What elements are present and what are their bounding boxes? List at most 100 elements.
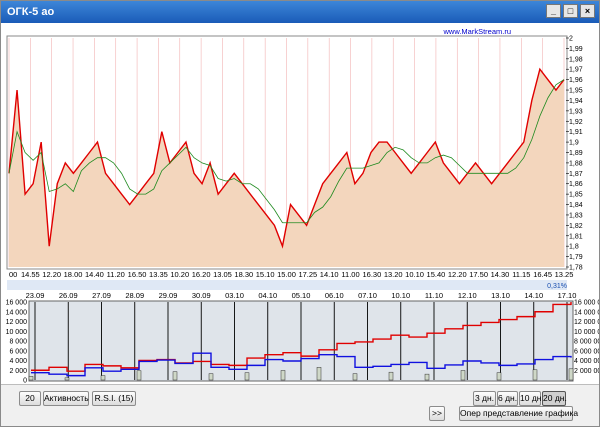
x-tick-label: 11.15 <box>512 270 530 279</box>
indicator-x-axis: 23.09 26.09 27.09 28.09 29.09 30.09 03.10 04.10… <box>26 291 577 300</box>
date-label: 26.09 <box>59 291 78 300</box>
period-input[interactable]: 20 <box>19 391 41 406</box>
date-label: 07.10 <box>358 291 377 300</box>
x-tick-label: 11.00 <box>341 270 359 279</box>
volume-bar <box>388 371 394 381</box>
volume-bar <box>532 369 538 381</box>
date-label: 06.10 <box>325 291 344 300</box>
x-tick-label: 14.55 <box>21 270 40 279</box>
y-tick-label: 1,99 <box>569 46 583 53</box>
x-tick-label: 13.25 <box>555 270 574 279</box>
volume-bar <box>460 370 466 381</box>
control-bar: 20 Активность R.S.I. (15) >> 3 дн. 6 дн.… <box>1 384 599 426</box>
date-label: 27.09 <box>92 291 111 300</box>
scroll-forward-button[interactable]: >> <box>429 406 445 421</box>
app-window: ОГК-5 ао _ □ × www.MarkStream.ru 2 1,99 1,… <box>0 0 600 427</box>
x-tick-label: 17.50 <box>469 270 488 279</box>
ind-y-tick-label: 14 000 <box>6 309 28 316</box>
price-y-axis: 2 1,99 1,98 1,97 1,96 1,95 1,94 1,93 1,92 1,91 1,9… <box>566 36 583 272</box>
indicator-y-axis: 16 000 14 000 12 000 10 000 8 000 6 000 4 000 2… <box>6 300 28 384</box>
x-tick-label: 16.45 <box>533 270 552 279</box>
x-tick-label: 14.30 <box>491 270 510 279</box>
y-tick-label: 1,86 <box>569 181 583 188</box>
x-tick-label: 15.10 <box>256 270 275 279</box>
date-label: 03.10 <box>225 291 244 300</box>
y-tick-label: 1,88 <box>569 160 583 167</box>
x-tick-label: 13.20 <box>384 270 403 279</box>
pct-value: 0,31% <box>547 283 567 290</box>
title-bar: ОГК-5 ао _ □ × <box>1 1 599 23</box>
range-3d-button[interactable]: 3 дн. <box>473 391 496 406</box>
x-tick-label: 12.20 <box>448 270 467 279</box>
date-label: 11.10 <box>425 291 443 300</box>
ind-y2-tick-label: 12 000 000 <box>574 319 599 326</box>
date-label: 13.10 <box>491 291 510 300</box>
y-tick-label: 1,83 <box>569 212 583 219</box>
window-controls: _ □ × <box>546 4 595 18</box>
y-tick-label: 1,94 <box>569 98 583 105</box>
date-label: 30.09 <box>192 291 211 300</box>
volume-bar <box>172 371 178 381</box>
close-button[interactable]: × <box>580 4 595 18</box>
y-tick-label: 1,91 <box>569 129 583 136</box>
x-tick-label: 17.25 <box>298 270 317 279</box>
ind-y2-tick-label: 6 000 000 <box>574 348 599 355</box>
x-tick-label: 13.35 <box>149 270 168 279</box>
x-tick-label: 16.50 <box>128 270 147 279</box>
y-tick-label: 2 <box>569 36 573 43</box>
y-tick-label: 1,95 <box>569 88 583 95</box>
volume-bar <box>244 372 250 381</box>
minimize-button[interactable]: _ <box>546 4 561 18</box>
ind-y2-tick-label: 10 000 000 <box>574 329 599 336</box>
x-tick-label: 16.30 <box>362 270 381 279</box>
date-label: 12.10 <box>458 291 477 300</box>
date-label: 05.10 <box>292 291 311 300</box>
ind-y-tick-label: 2 000 <box>9 368 27 375</box>
y-tick-label: 1,84 <box>569 202 583 209</box>
maximize-button[interactable]: □ <box>563 4 578 18</box>
indicator-y2-axis: 16 000 000 14 000 000 12 000 000 10 000 000… <box>574 300 599 375</box>
range-6d-button[interactable]: 6 дн. <box>497 391 518 406</box>
y-tick-label: 1,79 <box>569 254 583 261</box>
ind-y-tick-label: 6 000 <box>9 348 27 355</box>
rsi-button[interactable]: R.S.I. (15) <box>92 391 136 406</box>
x-tick-label: 10.10 <box>405 270 424 279</box>
ind-y2-tick-label: 14 000 000 <box>574 309 599 316</box>
site-link[interactable]: www.MarkStream.ru <box>442 27 511 36</box>
ind-y2-tick-label: 2 000 000 <box>574 368 599 375</box>
date-label: 10.10 <box>391 291 410 300</box>
y-tick-label: 1,82 <box>569 223 583 230</box>
y-tick-label: 1,9 <box>569 140 579 147</box>
y-tick-label: 1,98 <box>569 56 583 63</box>
volume-bar <box>64 377 70 381</box>
volume-bar <box>424 373 430 381</box>
volume-bar <box>208 373 214 381</box>
x-tick-label: 00 <box>9 270 17 279</box>
y-tick-label: 1,96 <box>569 77 583 84</box>
ind-y2-tick-label: 4 000 000 <box>574 358 599 365</box>
date-label: 28.09 <box>125 291 144 300</box>
volume-bar <box>352 373 358 381</box>
range-20d-button[interactable]: 20 дн. <box>542 391 567 406</box>
y-tick-label: 1,97 <box>569 67 583 74</box>
x-tick-label: 15.00 <box>277 270 296 279</box>
y-tick-label: 1,93 <box>569 108 583 115</box>
y-tick-label: 1,92 <box>569 119 583 126</box>
range-10d-button[interactable]: 10 дн. <box>519 391 544 406</box>
volume-bar <box>496 372 502 381</box>
x-tick-label: 14.10 <box>320 270 339 279</box>
volume-bar <box>568 368 574 381</box>
price-x-axis: 00 14.55 12.20 18.00 14.40 11.20 16.50 13.35 10.… <box>9 270 573 279</box>
date-label: 23.09 <box>26 291 45 300</box>
x-tick-label: 18.30 <box>234 270 253 279</box>
x-tick-label: 12.20 <box>42 270 61 279</box>
date-label: 14.10 <box>524 291 543 300</box>
activity-button[interactable]: Активность <box>43 391 89 406</box>
ind-y-tick-label: 12 000 <box>6 319 28 326</box>
ind-y2-tick-label: 8 000 000 <box>574 339 599 346</box>
chart-options-button[interactable]: Опер представление графика <box>459 406 578 421</box>
volume-bar <box>136 370 142 381</box>
y-tick-label: 1,81 <box>569 233 583 240</box>
x-tick-label: 16.20 <box>192 270 211 279</box>
x-tick-label: 14.40 <box>85 270 104 279</box>
